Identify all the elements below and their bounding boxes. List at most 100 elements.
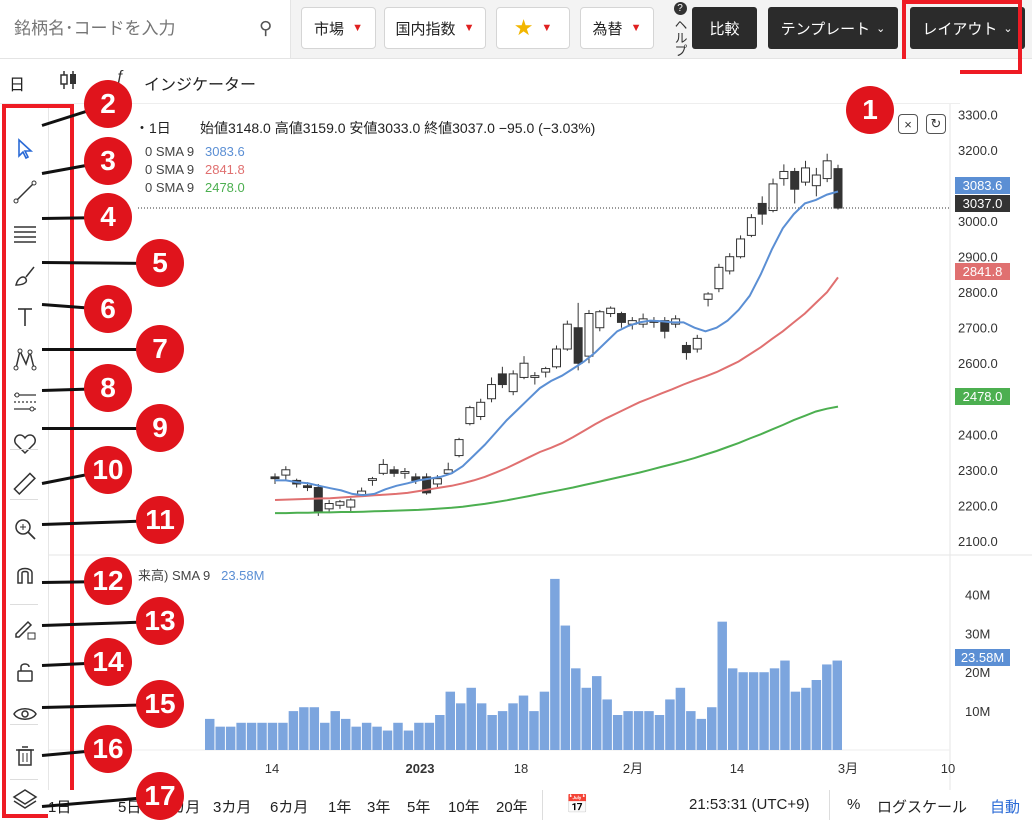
annotation-badge: 6	[84, 285, 132, 333]
price-tag-volume: 23.58M	[955, 649, 1010, 666]
refresh-icon[interactable]: ↻	[926, 114, 946, 134]
price-tick-label: 2300.0	[958, 463, 998, 478]
annotation-badge: 12	[84, 557, 132, 605]
time-tick-label: 2月	[623, 761, 643, 776]
price-tick-label: 2700.0	[958, 321, 998, 336]
volume-bar	[769, 668, 780, 750]
volume-bar	[466, 687, 476, 750]
candle-body	[281, 469, 291, 476]
range-6m[interactable]: 6カ月	[270, 796, 308, 817]
candle-body	[302, 485, 312, 489]
volume-bar	[727, 668, 738, 750]
volume-bar	[351, 726, 361, 750]
candle-body	[768, 183, 778, 212]
candle-body	[270, 476, 280, 480]
candle-body	[703, 293, 713, 300]
volume-bar	[560, 625, 571, 750]
candle-body	[714, 266, 724, 290]
sma-legend-1: 0 SMA 9 3083.6	[145, 144, 245, 159]
volume-bar	[487, 715, 497, 750]
volume-bar	[445, 691, 456, 750]
volume-bar	[811, 680, 822, 750]
candle-body	[367, 478, 377, 481]
volume-bar	[780, 660, 790, 750]
volume-bar	[225, 726, 236, 750]
annotation-badge: 5	[136, 239, 184, 287]
volume-bar	[393, 722, 403, 750]
range-3y[interactable]: 3年	[367, 796, 390, 817]
volume-bar	[205, 718, 215, 750]
volume-bar	[299, 707, 309, 750]
volume-bar	[612, 715, 623, 750]
price-tag-sma-mid: 2841.8	[955, 263, 1010, 280]
candle-body	[736, 238, 746, 258]
volume-tick-label: 40M	[965, 587, 990, 602]
volume-bar	[633, 711, 644, 750]
percent-toggle[interactable]: %	[847, 796, 860, 813]
volume-bar	[288, 711, 299, 750]
candle-body	[541, 368, 551, 373]
volume-bar	[801, 687, 811, 750]
volume-bar	[403, 730, 414, 750]
clock-time: 21:53:31 (UTC+9)	[689, 796, 810, 813]
volume-bar	[696, 718, 707, 750]
time-tick-label: 14	[265, 761, 279, 776]
range-10y[interactable]: 10年	[448, 796, 480, 817]
candle-body	[530, 375, 540, 378]
annotation-badge: 1	[846, 86, 894, 134]
volume-bar	[320, 722, 330, 750]
auto-scale-toggle[interactable]: 自動	[990, 796, 1020, 817]
range-1y[interactable]: 1年	[328, 796, 351, 817]
volume-bar	[246, 722, 257, 750]
volume-bar	[686, 711, 696, 750]
annotation-badge: 16	[84, 725, 132, 773]
time-tick-label: 18	[514, 761, 528, 776]
annotation-badge: 14	[84, 638, 132, 686]
candle-body	[335, 501, 345, 506]
annotation-badge: 3	[84, 137, 132, 185]
candle-body	[508, 373, 518, 393]
range-20y[interactable]: 20年	[496, 796, 528, 817]
sma-legend-3: 0 SMA 9 2478.0	[145, 180, 245, 195]
candle-body	[324, 503, 334, 510]
volume-bar	[665, 699, 675, 750]
time-tick-label: 3月	[838, 761, 858, 776]
candle-body	[692, 337, 702, 350]
candle-body	[454, 439, 464, 457]
time-tick-label: 2023	[406, 761, 435, 776]
sma-mid-line	[274, 276, 839, 501]
range-5y[interactable]: 5年	[407, 796, 430, 817]
volume-legend: 来高) SMA 9 23.58M	[138, 568, 265, 583]
volume-bar	[215, 726, 225, 750]
volume-bar	[278, 722, 288, 750]
volume-bar	[707, 707, 717, 750]
calendar-icon[interactable]: 📅	[566, 794, 588, 815]
candle-body	[779, 170, 789, 180]
volume-bar	[361, 722, 372, 750]
candle-body	[746, 217, 756, 236]
candle-body	[552, 348, 561, 368]
volume-bar	[822, 664, 832, 750]
log-scale-toggle[interactable]: ログスケール	[877, 796, 967, 817]
candle-body	[681, 344, 691, 354]
volume-bar	[790, 691, 801, 750]
price-tag-sma-fast: 3083.6	[955, 177, 1010, 194]
volume-bar	[497, 711, 508, 750]
volume-bar	[267, 722, 278, 750]
range-3m[interactable]: 3カ月	[213, 796, 251, 817]
candle-body	[790, 170, 800, 190]
candle-body	[519, 362, 529, 378]
candle-body	[432, 478, 442, 485]
candle-body	[562, 323, 572, 350]
candle-body	[801, 167, 811, 183]
volume-bar	[550, 578, 560, 750]
collapse-icon[interactable]: ×	[898, 114, 918, 134]
sma-legend-2: 0 SMA 9 2841.8	[145, 162, 245, 177]
candle-body	[811, 174, 821, 187]
volume-bar	[309, 707, 320, 750]
candle-body	[465, 407, 475, 425]
volume-bar	[382, 730, 393, 750]
volume-bar	[738, 672, 748, 750]
volume-bar	[591, 676, 602, 750]
volume-bar	[717, 621, 727, 750]
